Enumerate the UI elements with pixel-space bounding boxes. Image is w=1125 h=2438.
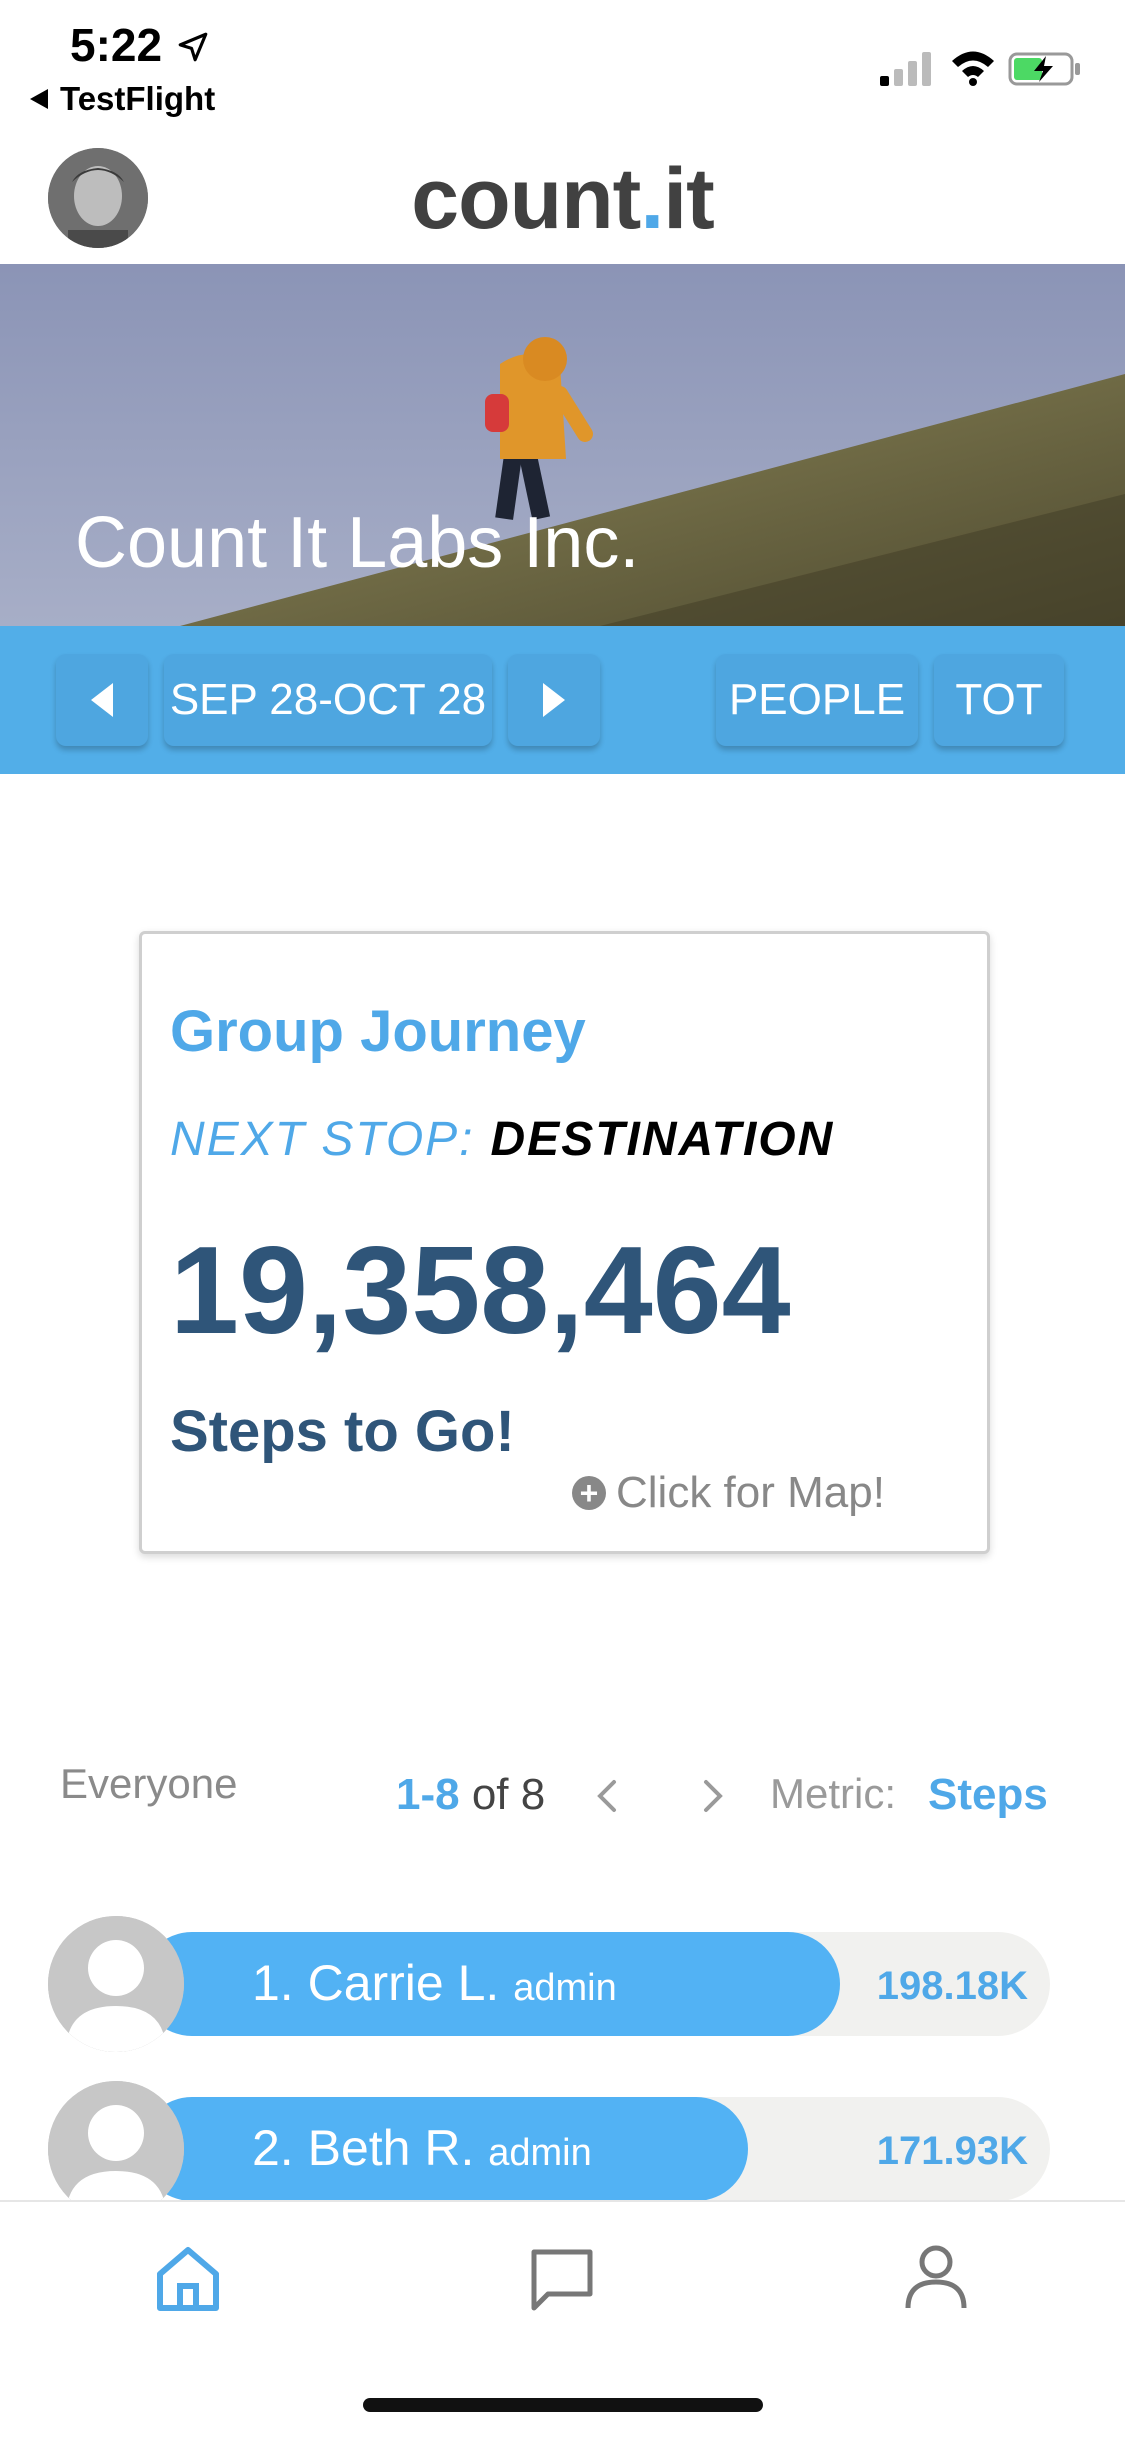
- member-name-text: 2. Beth R.: [252, 2120, 489, 2176]
- steps-caption: Steps to Go!: [170, 1399, 515, 1464]
- next-stop-label: NEXT STOP:: [170, 1113, 475, 1166]
- signal-icon: [880, 52, 931, 86]
- pagination-range: 1-8 of 8: [396, 1770, 545, 1820]
- member-value: 198.18K: [876, 1964, 1028, 2008]
- location-arrow-icon: [178, 32, 208, 62]
- back-triangle-icon: [30, 89, 48, 109]
- date-range-label: SEP 28-OCT 28: [169, 675, 487, 724]
- member-role: admin: [488, 2132, 592, 2174]
- wifi-icon: [952, 51, 994, 86]
- prev-page-chevron-icon[interactable]: [594, 1778, 620, 1814]
- member-name-text: 1. Carrie L.: [252, 1955, 514, 2011]
- group-filter[interactable]: Everyone: [60, 1760, 237, 1808]
- logo-dot: .: [640, 151, 664, 247]
- people-toggle-button[interactable]: PEOPLE: [716, 654, 918, 746]
- prev-period-button[interactable]: [56, 654, 148, 746]
- organization-title: Count It Labs Inc.: [75, 503, 640, 583]
- member-avatar[interactable]: [48, 1916, 184, 2052]
- caret-left-icon: [91, 683, 113, 717]
- date-nav-bar: SEP 28-OCT 28 PEOPLE TOT: [0, 626, 1125, 774]
- status-time: 5:22: [70, 19, 163, 71]
- map-link[interactable]: + Click for Map!: [572, 1468, 885, 1518]
- member-avatar[interactable]: [48, 2081, 184, 2217]
- home-icon[interactable]: [152, 2242, 224, 2314]
- map-link-label: Click for Map!: [616, 1468, 885, 1517]
- member-value: 171.93K: [876, 2129, 1028, 2173]
- total-label: TOT: [955, 675, 1043, 724]
- range-of: of 8: [471, 1770, 546, 1819]
- steps-remaining-count: 19,358,464: [170, 1222, 791, 1360]
- member-name: 1. Carrie L. admin: [252, 1954, 617, 2012]
- home-indicator: [363, 2398, 763, 2412]
- range-highlight: 1-8: [396, 1770, 460, 1819]
- default-avatar-icon: [48, 1916, 184, 2052]
- metric-label: Metric:: [770, 1770, 896, 1817]
- destination-name: DESTINATION: [490, 1113, 835, 1166]
- next-period-button[interactable]: [508, 654, 600, 746]
- chat-icon[interactable]: [526, 2244, 598, 2316]
- battery-charging-icon: [1008, 52, 1080, 86]
- member-role: admin: [513, 1967, 617, 2009]
- next-stop-line: NEXT STOP: DESTINATION: [170, 1112, 834, 1167]
- back-app-label: TestFlight: [60, 80, 216, 117]
- date-range-button[interactable]: SEP 28-OCT 28: [164, 654, 492, 746]
- card-title: Group Journey: [170, 999, 586, 1064]
- next-page-chevron-icon[interactable]: [700, 1778, 726, 1814]
- app-logo: count.it: [0, 150, 1125, 249]
- logo-end: it: [663, 151, 715, 247]
- metric-selector[interactable]: Steps: [928, 1770, 1048, 1820]
- back-to-testflight[interactable]: TestFlight: [30, 80, 215, 118]
- default-avatar-icon: [48, 2081, 184, 2217]
- person-icon[interactable]: [900, 2240, 972, 2312]
- total-toggle-button[interactable]: TOT: [934, 654, 1064, 746]
- caret-right-icon: [543, 683, 565, 717]
- logo-main: count: [411, 151, 641, 247]
- people-label: PEOPLE: [728, 675, 906, 724]
- member-name: 2. Beth R. admin: [252, 2119, 592, 2177]
- plus-circle-icon: +: [572, 1476, 606, 1510]
